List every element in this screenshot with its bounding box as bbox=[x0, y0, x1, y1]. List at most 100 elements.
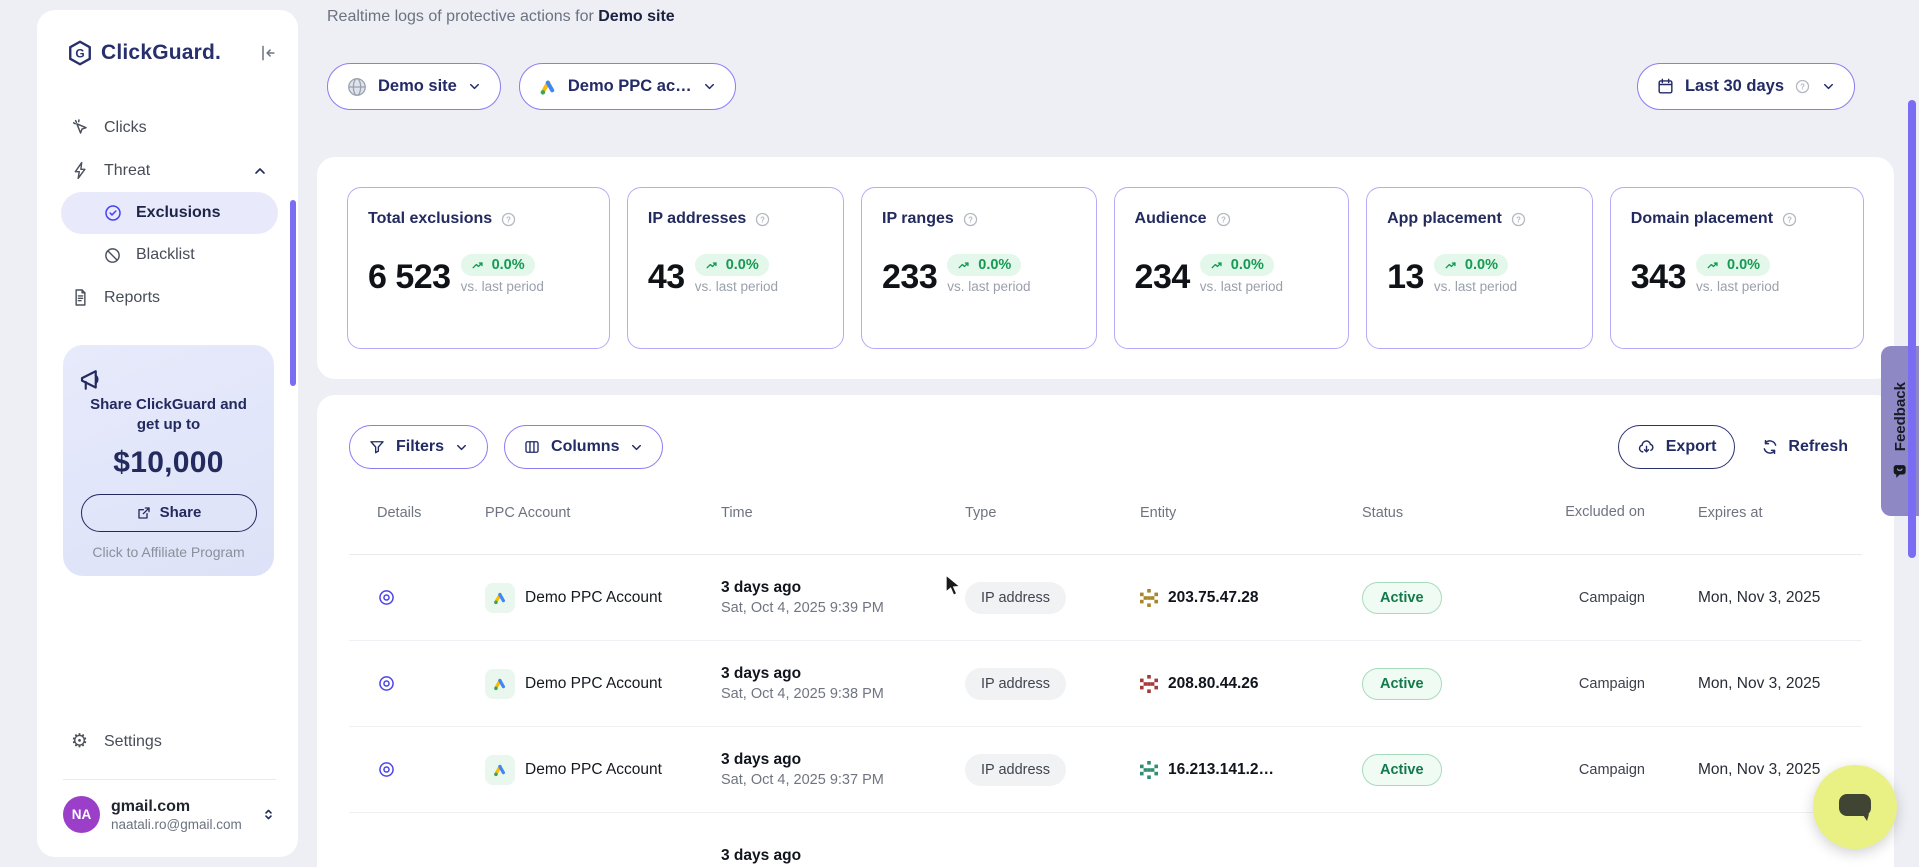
subtitle-prefix: Realtime logs of protective actions for bbox=[327, 8, 598, 25]
stat-card-domain-placement: Domain placement ? 343 0.0% vs. last per… bbox=[1610, 187, 1864, 349]
sidebar-scrollbar-thumb[interactable] bbox=[290, 200, 296, 386]
chevron-up-icon bbox=[252, 163, 268, 179]
svg-text:?: ? bbox=[1787, 215, 1792, 224]
chevron-down-icon bbox=[467, 79, 482, 94]
stats-panel: Total exclusions ? 6 523 0.0% vs. last p… bbox=[317, 157, 1894, 379]
type-badge: IP address bbox=[965, 582, 1066, 614]
time-relative: 3 days ago bbox=[721, 579, 937, 597]
gear-icon: ⚙ bbox=[71, 732, 91, 751]
stat-value: 233 bbox=[882, 260, 937, 294]
time-absolute: Sat, Oct 4, 2025 9:39 PM bbox=[721, 600, 937, 616]
delta-value: 0.0% bbox=[492, 257, 525, 273]
page-scrollbar-thumb[interactable] bbox=[1908, 100, 1916, 558]
identicon bbox=[1140, 675, 1158, 693]
trend-up-icon bbox=[1444, 258, 1459, 273]
share-button[interactable]: Share bbox=[81, 494, 257, 532]
help-icon[interactable]: ? bbox=[1781, 211, 1798, 228]
ppc-account-selector[interactable]: Demo PPC ac… bbox=[519, 63, 736, 110]
svg-text:?: ? bbox=[1221, 215, 1226, 224]
delta-badge: 0.0% bbox=[947, 254, 1021, 276]
delta-caption: vs. last period bbox=[1434, 279, 1517, 294]
stat-card-ip-addresses: IP addresses ? 43 0.0% vs. last period bbox=[627, 187, 844, 349]
sidebar-divider bbox=[63, 779, 276, 780]
time-relative: 3 days ago bbox=[721, 847, 937, 865]
refresh-button[interactable]: Refresh bbox=[1761, 438, 1848, 456]
help-icon[interactable]: ? bbox=[500, 211, 517, 228]
filters-button[interactable]: Filters bbox=[349, 425, 488, 469]
sidebar: G ClickGuard. Clicks Threat bbox=[37, 10, 298, 857]
col-header-status: Status bbox=[1334, 505, 1558, 521]
sidebar-item-reports[interactable]: Reports bbox=[61, 276, 278, 319]
view-details-icon[interactable] bbox=[377, 674, 457, 693]
external-link-icon bbox=[136, 505, 152, 521]
stat-value: 343 bbox=[1631, 260, 1686, 294]
site-selector[interactable]: Demo site bbox=[327, 63, 501, 110]
sidebar-item-threat[interactable]: Threat bbox=[61, 149, 278, 192]
status-badge: Active bbox=[1362, 582, 1442, 614]
user-email: naatali.ro@gmail.com bbox=[111, 817, 242, 832]
help-icon: ? bbox=[1794, 78, 1811, 95]
help-icon[interactable]: ? bbox=[754, 211, 771, 228]
sidebar-item-label: Settings bbox=[104, 733, 162, 751]
delta-value: 0.0% bbox=[1465, 257, 1498, 273]
ban-icon bbox=[103, 246, 123, 265]
stat-value: 6 523 bbox=[368, 260, 451, 294]
trend-up-icon bbox=[1706, 258, 1721, 273]
delta-caption: vs. last period bbox=[461, 279, 544, 294]
trend-up-icon bbox=[957, 258, 972, 273]
time-absolute: Sat, Oct 4, 2025 9:37 PM bbox=[721, 772, 937, 788]
chevron-down-icon bbox=[454, 440, 469, 455]
delta-value: 0.0% bbox=[978, 257, 1011, 273]
stat-label: App placement bbox=[1387, 210, 1502, 228]
sidebar-collapse-icon[interactable] bbox=[258, 43, 278, 63]
google-ads-icon bbox=[485, 583, 515, 613]
chevron-down-icon bbox=[1821, 79, 1836, 94]
cloud-download-icon bbox=[1637, 438, 1656, 457]
trend-up-icon bbox=[705, 258, 720, 273]
col-header-expires-at: Expires at bbox=[1670, 505, 1860, 521]
table-header-row: Details PPC Account Time Type Entity Sta… bbox=[349, 471, 1862, 555]
exclusions-table-panel: Filters Columns Export bbox=[317, 395, 1894, 867]
chat-bubble-icon bbox=[1835, 790, 1875, 824]
funnel-icon bbox=[368, 438, 386, 456]
entity-value: 208.80.44.26 bbox=[1168, 675, 1259, 693]
google-ads-icon bbox=[485, 755, 515, 785]
stat-card-total-exclusions: Total exclusions ? 6 523 0.0% vs. last p… bbox=[347, 187, 610, 349]
excluded-on-value: Campaign bbox=[1558, 676, 1670, 692]
view-details-icon[interactable] bbox=[377, 760, 457, 779]
export-button[interactable]: Export bbox=[1618, 425, 1736, 469]
chat-launcher-button[interactable] bbox=[1813, 765, 1897, 849]
help-icon[interactable]: ? bbox=[1510, 211, 1527, 228]
globe-icon bbox=[346, 76, 368, 98]
subtitle-site-name: Demo site bbox=[598, 8, 674, 25]
trend-up-icon bbox=[471, 258, 486, 273]
sidebar-item-clicks[interactable]: Clicks bbox=[61, 106, 278, 149]
stat-card-ip-ranges: IP ranges ? 233 0.0% vs. last period bbox=[861, 187, 1097, 349]
date-range-selector[interactable]: Last 30 days ? bbox=[1637, 63, 1855, 110]
account-switcher[interactable]: NA gmail.com naatali.ro@gmail.com bbox=[61, 794, 278, 839]
calendar-icon bbox=[1656, 77, 1675, 96]
stat-value: 234 bbox=[1135, 260, 1190, 294]
view-details-icon[interactable] bbox=[377, 588, 457, 607]
brand-logo: G ClickGuard. bbox=[61, 40, 278, 66]
ppc-account-selector-label: Demo PPC ac… bbox=[568, 77, 692, 96]
badge-check-icon bbox=[103, 203, 123, 223]
sidebar-item-settings[interactable]: ⚙ Settings bbox=[61, 720, 278, 763]
sidebar-nav: Clicks Threat Exclusions bbox=[61, 106, 278, 319]
col-header-excluded-on: Excluded on bbox=[1558, 503, 1670, 523]
svg-text:?: ? bbox=[1800, 82, 1805, 91]
columns-button[interactable]: Columns bbox=[504, 425, 663, 469]
columns-icon bbox=[523, 438, 541, 456]
document-icon bbox=[71, 288, 91, 307]
sidebar-item-blacklist[interactable]: Blacklist bbox=[61, 234, 278, 276]
col-header-entity: Entity bbox=[1112, 505, 1334, 521]
type-badge: IP address bbox=[965, 668, 1066, 700]
svg-text:G: G bbox=[75, 46, 84, 60]
delta-badge: 0.0% bbox=[1200, 254, 1274, 276]
help-icon[interactable]: ? bbox=[962, 211, 979, 228]
columns-button-label: Columns bbox=[551, 438, 619, 456]
sidebar-item-exclusions[interactable]: Exclusions bbox=[61, 192, 278, 234]
help-icon[interactable]: ? bbox=[1215, 211, 1232, 228]
sidebar-item-label: Reports bbox=[104, 289, 160, 307]
avatar: NA bbox=[63, 796, 100, 833]
